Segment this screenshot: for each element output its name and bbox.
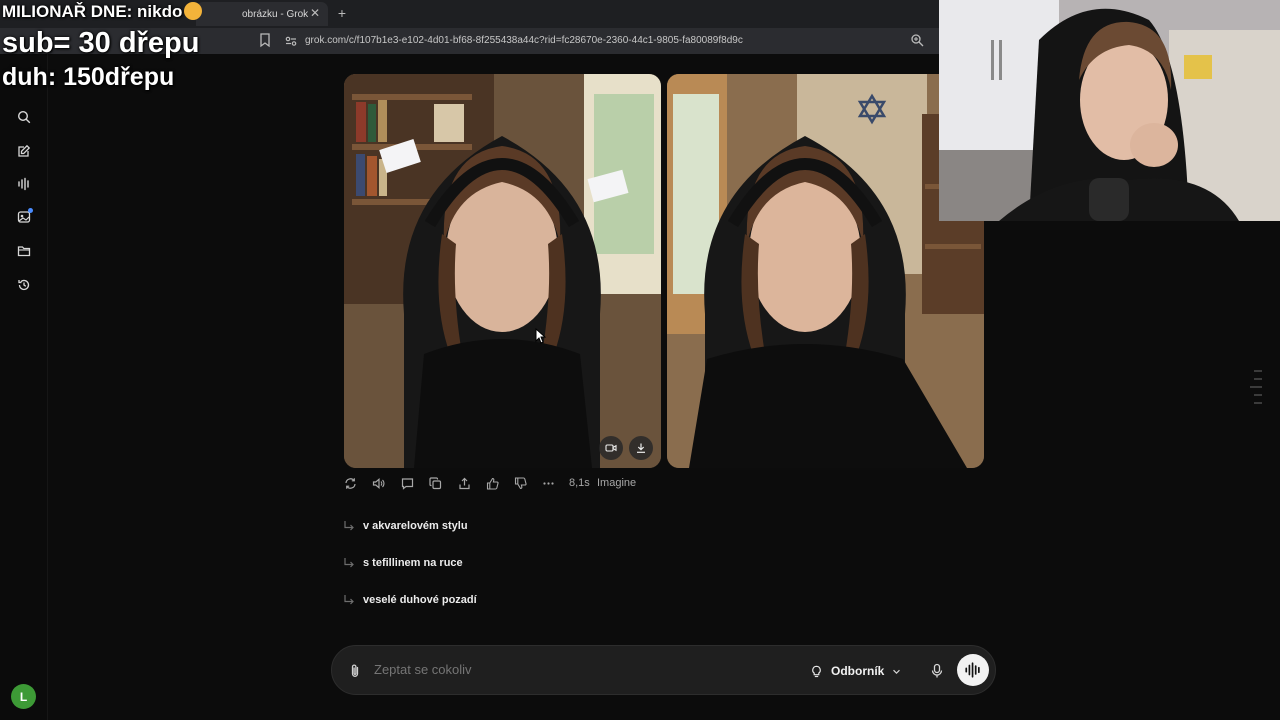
tab-title: obrázku - Grok xyxy=(242,8,309,20)
reply-arrow-icon xyxy=(344,521,354,531)
generated-image-2[interactable] xyxy=(667,74,984,468)
download-image-button[interactable] xyxy=(629,436,653,460)
mouse-cursor-icon xyxy=(535,328,546,344)
sidebar xyxy=(0,54,48,720)
sidebar-item-projects[interactable] xyxy=(12,239,36,263)
overlay-millionaire: MILIONAŘ DNE: nikdo xyxy=(2,2,203,22)
thumbs-up-icon xyxy=(486,477,499,490)
comment-icon xyxy=(401,477,413,490)
more-icon xyxy=(542,481,554,485)
reply-arrow-icon xyxy=(344,558,354,568)
voice-mode-button[interactable] xyxy=(957,654,989,686)
voice-icon xyxy=(18,177,29,191)
attach-icon[interactable] xyxy=(348,663,362,679)
make-video-button[interactable] xyxy=(599,436,623,460)
suggestion-text: veselé duhové pozadí xyxy=(363,594,477,606)
zoom-icon[interactable] xyxy=(910,33,924,47)
new-tab-icon[interactable]: + xyxy=(334,5,350,21)
emoji-icon xyxy=(184,2,203,20)
share-button[interactable] xyxy=(454,474,474,492)
portrait-image xyxy=(667,74,984,468)
url-field[interactable]: grok.com/c/f107b1e3-e102-4d01-bf68-8f255… xyxy=(305,35,743,46)
copy-icon xyxy=(428,476,441,489)
model-label: Imagine xyxy=(597,477,637,489)
chat-input-bar: Odborník xyxy=(331,645,996,695)
portrait-image xyxy=(344,74,661,468)
folder-icon xyxy=(17,246,31,257)
webcam-overlay xyxy=(939,0,1280,221)
sidebar-item-search[interactable] xyxy=(12,105,36,129)
overlay-duh: duh: 150dřepu xyxy=(2,63,175,91)
suggestion-item[interactable]: v akvarelovém stylu xyxy=(342,517,468,535)
overlay-sub: sub= 30 dřepu xyxy=(2,27,200,59)
sidebar-item-history[interactable] xyxy=(12,273,36,297)
download-icon xyxy=(637,443,645,453)
share-icon xyxy=(458,477,470,489)
reply-arrow-icon xyxy=(344,595,354,605)
tab-close-icon[interactable]: ✕ xyxy=(308,6,322,20)
scroll-indicator[interactable] xyxy=(1250,370,1262,404)
search-icon xyxy=(17,110,31,124)
suggestion-item[interactable]: s tefillinem na ruce xyxy=(342,554,463,572)
speaker-icon xyxy=(372,477,384,489)
more-options-button[interactable] xyxy=(538,474,558,492)
chevron-down-icon xyxy=(893,669,901,674)
chat-input-field[interactable] xyxy=(374,662,754,677)
thumbs-down-icon xyxy=(514,476,527,489)
sidebar-item-voice[interactable] xyxy=(12,172,36,196)
video-icon xyxy=(605,444,617,452)
history-icon xyxy=(18,279,30,291)
sidebar-item-new-chat[interactable] xyxy=(12,139,36,163)
like-button[interactable] xyxy=(482,474,502,492)
generated-image-1[interactable] xyxy=(344,74,661,468)
regenerate-button[interactable] xyxy=(340,474,360,492)
lightbulb-icon xyxy=(812,665,821,677)
mode-label: Odborník xyxy=(831,664,885,678)
overlay-millionaire-text: MILIONAŘ DNE: nikdo xyxy=(2,2,183,21)
response-time: 8,1s xyxy=(569,477,590,489)
dislike-button[interactable] xyxy=(510,474,530,492)
copy-button[interactable] xyxy=(425,474,445,492)
edit-icon xyxy=(18,144,31,157)
microphone-button[interactable] xyxy=(928,661,946,681)
streamer-camera-image xyxy=(939,0,1280,221)
suggestion-text: v akvarelovém stylu xyxy=(363,520,468,532)
microphone-icon xyxy=(931,663,943,678)
user-avatar[interactable]: L xyxy=(11,684,36,709)
waveform-icon xyxy=(965,662,980,678)
regenerate-icon xyxy=(344,477,356,489)
suggestion-text: s tefillinem na ruce xyxy=(363,557,463,569)
read-aloud-button[interactable] xyxy=(368,474,388,492)
sidebar-item-imagine[interactable] xyxy=(12,205,36,229)
mode-selector[interactable]: Odborník xyxy=(810,660,902,682)
browser-tab[interactable]: obrázku - Grok ✕ xyxy=(196,2,328,26)
reply-button[interactable] xyxy=(397,474,417,492)
bookmark-icon[interactable] xyxy=(258,32,272,48)
notification-dot xyxy=(28,208,33,213)
site-info-icon[interactable] xyxy=(284,34,298,48)
suggestion-item[interactable]: veselé duhové pozadí xyxy=(342,591,477,609)
